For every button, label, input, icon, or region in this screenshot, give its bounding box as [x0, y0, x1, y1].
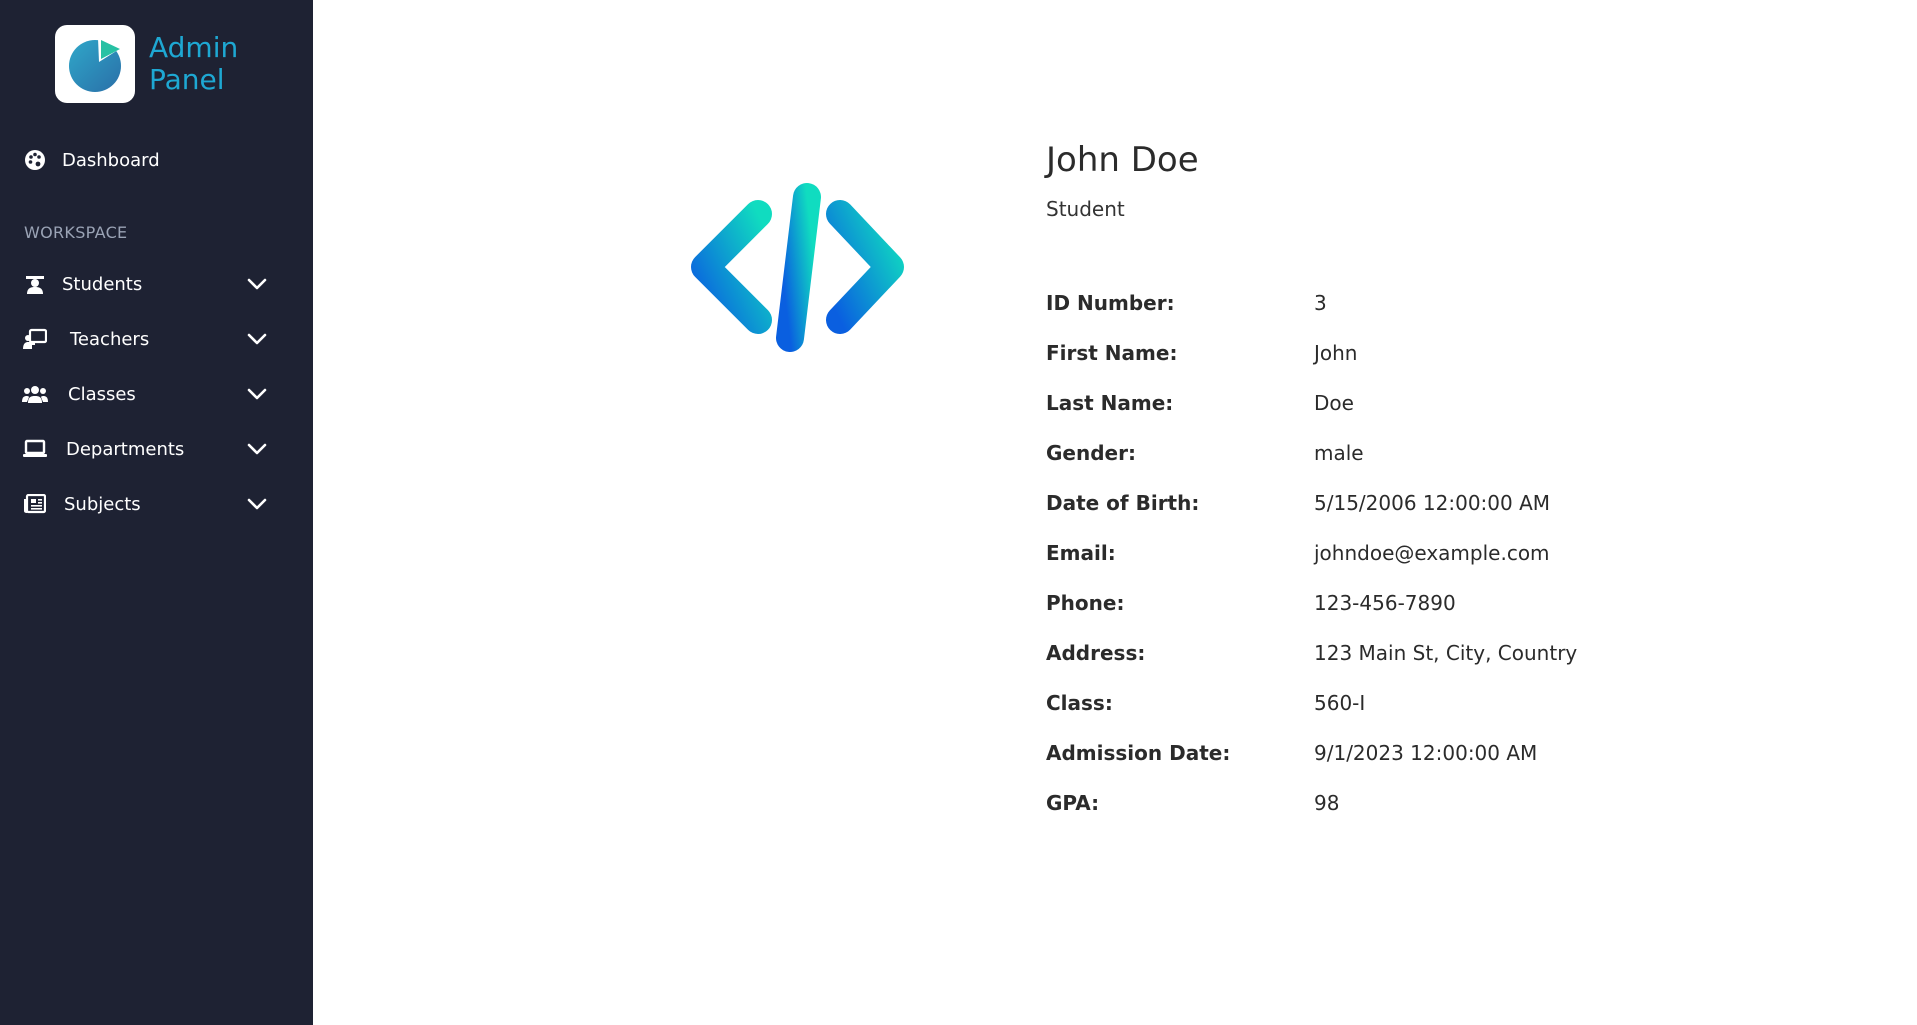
sidebar-item-dashboard[interactable]: Dashboard [0, 138, 313, 182]
detail-label: ID Number: [1046, 291, 1175, 315]
detail-row: Last Name: Doe [1046, 378, 1666, 428]
detail-label: Phone: [1046, 591, 1125, 615]
brand-logo [55, 25, 135, 103]
detail-row: Gender: male [1046, 428, 1666, 478]
detail-row: Address: 123 Main St, City, Country [1046, 628, 1666, 678]
chevron-down-icon[interactable] [244, 383, 270, 405]
profile-role: Student [1046, 197, 1125, 221]
detail-label: GPA: [1046, 791, 1100, 815]
sidebar-item-departments[interactable]: Departments [0, 427, 313, 471]
sidebar: Admin Panel Dashboard WORKSPACE Students… [0, 0, 313, 1025]
chevron-down-icon[interactable] [244, 328, 270, 350]
detail-row: Class: 560-I [1046, 678, 1666, 728]
detail-value: Doe [1314, 391, 1354, 415]
sidebar-item-label: Departments [66, 438, 185, 460]
sidebar-item-label: Students [62, 273, 143, 295]
detail-label: Last Name: [1046, 391, 1174, 415]
sidebar-item-teachers[interactable]: Teachers [0, 317, 313, 361]
sidebar-item-label: Dashboard [62, 149, 160, 171]
sidebar-item-label: Teachers [70, 328, 150, 350]
detail-value: johndoe@example.com [1314, 541, 1550, 565]
section-label-workspace: WORKSPACE [24, 223, 128, 242]
detail-value: 560-I [1314, 691, 1366, 715]
brand-title-line1: Admin [149, 31, 239, 64]
detail-value: 3 [1314, 291, 1327, 315]
sidebar-item-subjects[interactable]: Subjects [0, 482, 313, 526]
detail-label: Address: [1046, 641, 1146, 665]
detail-row: Phone: 123-456-7890 [1046, 578, 1666, 628]
laptop-icon [22, 436, 48, 462]
detail-value: 98 [1314, 791, 1340, 815]
brand[interactable]: Admin Panel [55, 25, 238, 103]
sidebar-item-classes[interactable]: Classes [0, 372, 313, 416]
profile-name: John Doe [1046, 140, 1199, 180]
detail-row: Date of Birth: 5/15/2006 12:00:00 AM [1046, 478, 1666, 528]
detail-label: Date of Birth: [1046, 491, 1200, 515]
code-icon [680, 180, 915, 355]
brand-title: Admin Panel [149, 32, 238, 96]
detail-label: Email: [1046, 541, 1116, 565]
detail-value: male [1314, 441, 1364, 465]
detail-value: 9/1/2023 12:00:00 AM [1314, 741, 1538, 765]
sidebar-item-students[interactable]: Students [0, 262, 313, 306]
pie-chart-icon [69, 38, 121, 92]
detail-row: ID Number: 3 [1046, 278, 1666, 328]
newspaper-icon [22, 491, 48, 517]
brand-title-line2: Panel [149, 63, 225, 96]
teacher-board-icon [22, 326, 48, 352]
detail-row: GPA: 98 [1046, 778, 1666, 828]
chevron-down-icon[interactable] [244, 438, 270, 460]
detail-row: Admission Date: 9/1/2023 12:00:00 AM [1046, 728, 1666, 778]
detail-value: John [1314, 341, 1358, 365]
detail-value: 123 Main St, City, Country [1314, 641, 1578, 665]
detail-value: 5/15/2006 12:00:00 AM [1314, 491, 1551, 515]
detail-row: Email: johndoe@example.com [1046, 528, 1666, 578]
sidebar-item-label: Classes [68, 383, 136, 405]
detail-row: First Name: John [1046, 328, 1666, 378]
detail-value: 123-456-7890 [1314, 591, 1456, 615]
detail-label: Gender: [1046, 441, 1136, 465]
profile-details: ID Number: 3 First Name: John Last Name:… [1046, 278, 1666, 828]
detail-label: Admission Date: [1046, 741, 1231, 765]
detail-label: First Name: [1046, 341, 1178, 365]
student-icon [22, 271, 48, 297]
users-group-icon [22, 381, 48, 407]
chevron-down-icon[interactable] [244, 273, 270, 295]
sidebar-item-label: Subjects [64, 493, 141, 515]
palette-icon [22, 147, 48, 173]
detail-label: Class: [1046, 691, 1113, 715]
chevron-down-icon[interactable] [244, 493, 270, 515]
